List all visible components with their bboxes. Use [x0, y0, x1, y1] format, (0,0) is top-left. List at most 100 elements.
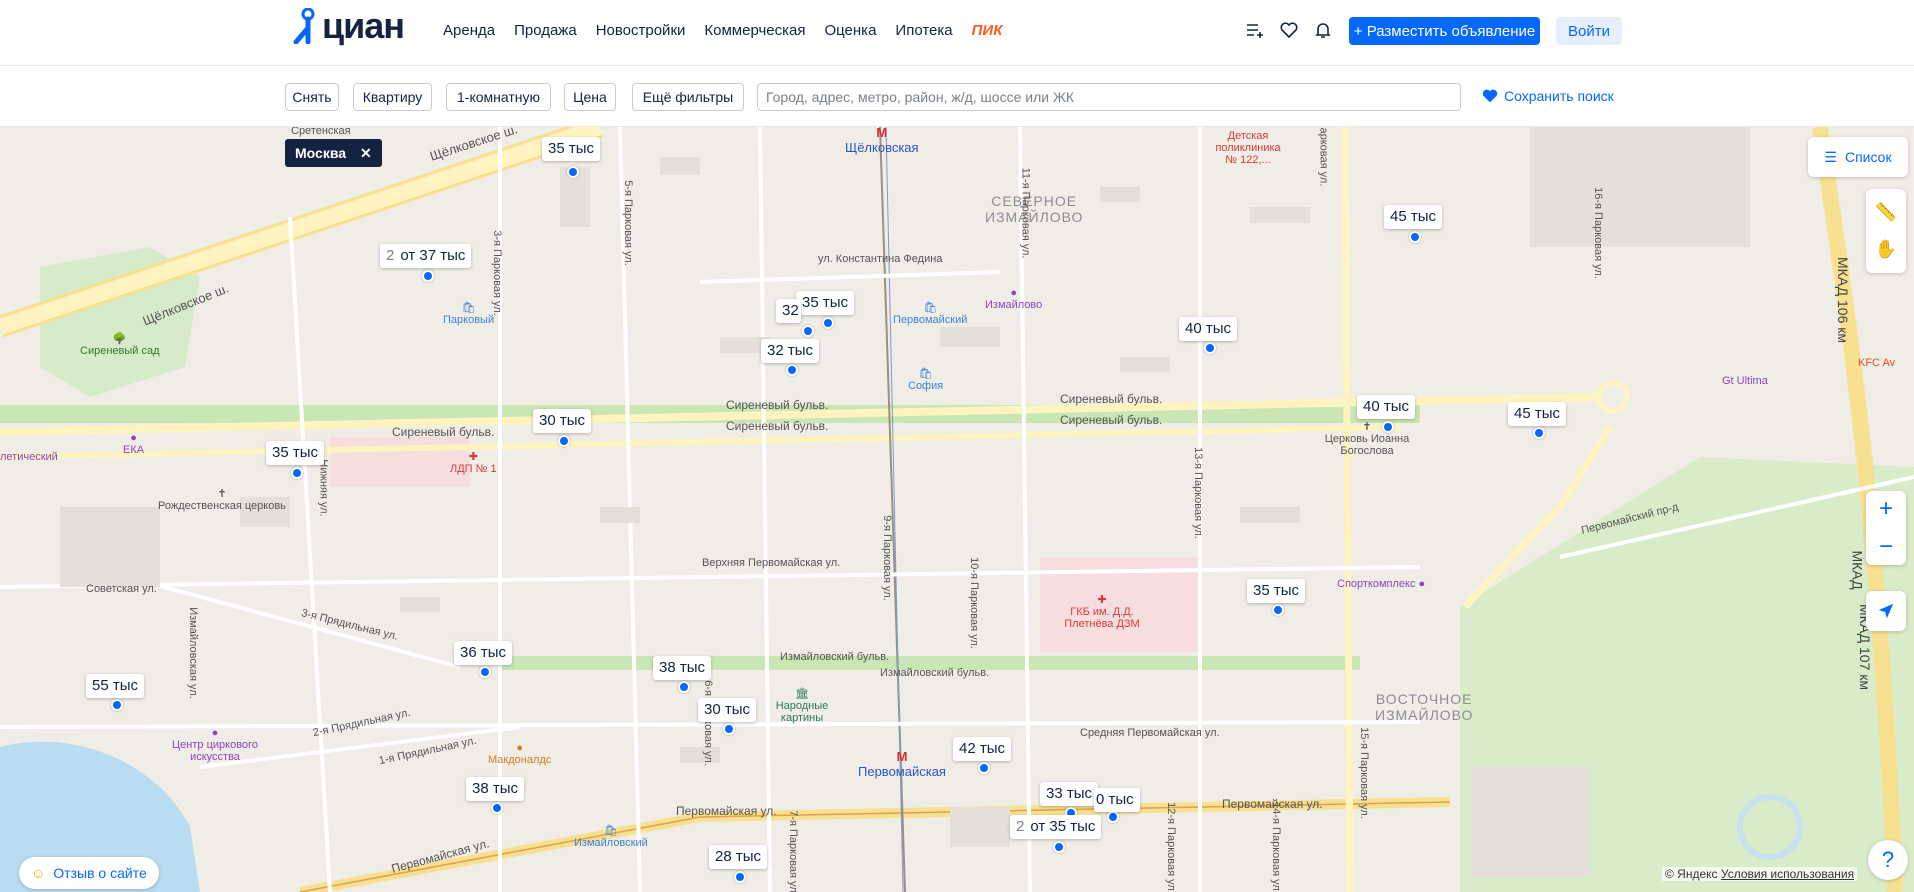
notifications-bell-icon[interactable]: [1313, 20, 1333, 40]
street-label: Первомайская ул.: [676, 804, 777, 818]
price-marker[interactable]: 45 тыс: [1384, 205, 1443, 229]
close-icon[interactable]: ✕: [360, 145, 372, 162]
poi-clinic[interactable]: Детская поликлиника № 122,...: [1208, 130, 1288, 166]
price-marker[interactable]: 36 тыс: [454, 641, 513, 665]
listing-pin[interactable]: [1272, 604, 1284, 616]
listing-pin[interactable]: [1382, 421, 1394, 433]
price-marker[interactable]: 38 тыс: [653, 656, 712, 680]
save-search-button[interactable]: Сохранить поиск: [1482, 88, 1614, 104]
listing-pin[interactable]: [822, 317, 834, 329]
poi-restaurant[interactable]: ● Макдоналдс: [488, 742, 551, 766]
geolocation-button[interactable]: [1866, 591, 1906, 631]
nav-sale[interactable]: Продажа: [514, 22, 577, 39]
nav-valuation[interactable]: Оценка: [824, 22, 876, 39]
price-filter[interactable]: Цена: [564, 83, 616, 111]
nav-mortgage[interactable]: Ипотека: [895, 22, 952, 39]
zoom-in-button[interactable]: +: [1879, 495, 1893, 523]
nav-rent[interactable]: Аренда: [443, 22, 495, 39]
poi-circus[interactable]: ● Центр циркового искусства: [170, 727, 260, 763]
listing-pin[interactable]: [291, 467, 303, 479]
listing-pin[interactable]: [1053, 841, 1065, 853]
price-marker[interactable]: 2 от 35 тыс: [1010, 815, 1102, 839]
listing-pin[interactable]: [491, 802, 503, 814]
price-marker[interactable]: 32: [776, 299, 801, 323]
help-button[interactable]: ?: [1868, 840, 1908, 880]
listing-pin[interactable]: [111, 699, 123, 711]
listing-pin[interactable]: [479, 666, 491, 678]
list-view-button[interactable]: ☰ Список: [1808, 137, 1908, 177]
listing-pin[interactable]: [1204, 342, 1216, 354]
listing-pin[interactable]: [678, 681, 690, 693]
price-marker[interactable]: 40 тыс: [1179, 317, 1238, 341]
feedback-button[interactable]: ☺ Отзыв о сайте: [19, 857, 159, 889]
poi-mall[interactable]: 🛍 Парковый: [443, 301, 494, 326]
poi-label[interactable]: летический: [0, 451, 58, 463]
listing-pin[interactable]: [558, 435, 570, 447]
price-marker[interactable]: 40 тыс: [1357, 395, 1416, 419]
price-marker[interactable]: 35 тыс: [542, 137, 601, 161]
poi-restaurant[interactable]: KFC Av: [1858, 357, 1895, 369]
poi-mall[interactable]: 🛍 Измайловский: [574, 824, 648, 849]
listing-pin[interactable]: [723, 723, 735, 735]
nav-commercial[interactable]: Коммерческая: [704, 22, 805, 39]
favorites-heart-icon[interactable]: [1279, 20, 1299, 40]
price-marker[interactable]: 33 тыс: [1040, 782, 1099, 806]
price-marker[interactable]: 45 тыс: [1508, 402, 1567, 426]
more-filters-button[interactable]: Ещё фильтры: [632, 83, 744, 111]
price-marker[interactable]: 28 тыс: [709, 845, 768, 869]
poi-hotel[interactable]: ● Измайлово: [985, 287, 1042, 311]
location-search-input[interactable]: Город, адрес, метро, район, ж/д, шоссе и…: [757, 83, 1461, 111]
poi-church[interactable]: ✝ Церковь Иоанна Богослова: [1322, 420, 1412, 457]
price-marker[interactable]: 2 от 37 тыс: [380, 244, 472, 268]
listing-pin[interactable]: [786, 364, 798, 376]
map[interactable]: Москва ✕ СЕВЕРНОЕ ИЗМАЙЛОВО ВОСТОЧНОЕ ИЗМА…: [0, 127, 1914, 892]
poi-mall[interactable]: 🛍 София: [908, 367, 943, 392]
price-marker[interactable]: 0 тыс: [1094, 788, 1140, 812]
listing-pin[interactable]: [1107, 811, 1119, 823]
nav-new-buildings[interactable]: Новостройки: [596, 22, 686, 39]
poi-church[interactable]: ✝ Рождественская церковь: [158, 487, 286, 512]
city-filter-chip[interactable]: Москва ✕: [285, 139, 382, 167]
deal-type-filter[interactable]: Снять: [285, 83, 339, 111]
poi-park[interactable]: 🌳 Сиреневый сад: [80, 332, 160, 357]
metro-station-label[interactable]: М Первомайская: [858, 749, 946, 779]
listing-pin[interactable]: [422, 270, 434, 282]
price-marker[interactable]: 35 тыс: [266, 441, 325, 465]
price-marker[interactable]: 30 тыс: [698, 698, 757, 722]
poi-shop[interactable]: Gt Ultima: [1722, 375, 1768, 387]
shopping-bag-icon: 🛍: [918, 368, 933, 380]
property-type-filter[interactable]: Квартиру: [353, 83, 432, 111]
listing-pin[interactable]: [802, 325, 814, 337]
price-marker[interactable]: 42 тыс: [953, 737, 1012, 761]
poi-hospital[interactable]: ✚ ЛДП № 1: [450, 450, 497, 475]
login-button[interactable]: Войти: [1556, 17, 1622, 45]
listing-pin[interactable]: [734, 871, 746, 883]
rooms-filter[interactable]: 1-комнатную: [446, 83, 551, 111]
ruler-icon[interactable]: 📏: [1875, 202, 1897, 223]
post-ad-button[interactable]: + Разместить объявление: [1349, 17, 1540, 45]
metro-station-label[interactable]: М Щёлковская: [845, 127, 919, 155]
price-marker[interactable]: 38 тыс: [466, 777, 525, 801]
compare-list-icon[interactable]: [1245, 20, 1265, 40]
listing-pin[interactable]: [978, 762, 990, 774]
poi-museum[interactable]: 🏛 Народные картины: [772, 687, 832, 724]
hospital-cross-icon: ✚: [468, 451, 478, 463]
nav-pik[interactable]: ПИК: [972, 22, 1003, 39]
price-marker[interactable]: 55 тыс: [86, 674, 145, 698]
poi-mall[interactable]: 🛍 Первомайский: [893, 301, 967, 326]
price-marker[interactable]: 32 тыс: [761, 339, 820, 363]
listing-pin[interactable]: [567, 166, 579, 178]
poi-sports[interactable]: Спорткомплекс ●: [1337, 578, 1425, 590]
poi-ekA[interactable]: ● ЕКА: [123, 432, 144, 456]
terms-link[interactable]: Условия использования: [1721, 867, 1854, 881]
listing-pin[interactable]: [1409, 231, 1421, 243]
street-label: Сретенская: [291, 127, 351, 137]
zoom-out-button[interactable]: −: [1879, 533, 1893, 561]
logo[interactable]: циан: [292, 5, 405, 46]
price-marker[interactable]: 35 тыс: [796, 291, 855, 315]
poi-hospital[interactable]: ✚ ГКБ им. Д.Д. Плетнёва ДЗМ: [1052, 593, 1152, 630]
price-marker[interactable]: 35 тыс: [1247, 579, 1306, 603]
hand-draw-icon[interactable]: ✋: [1875, 239, 1897, 260]
listing-pin[interactable]: [1533, 427, 1545, 439]
price-marker[interactable]: 30 тыс: [533, 409, 592, 433]
